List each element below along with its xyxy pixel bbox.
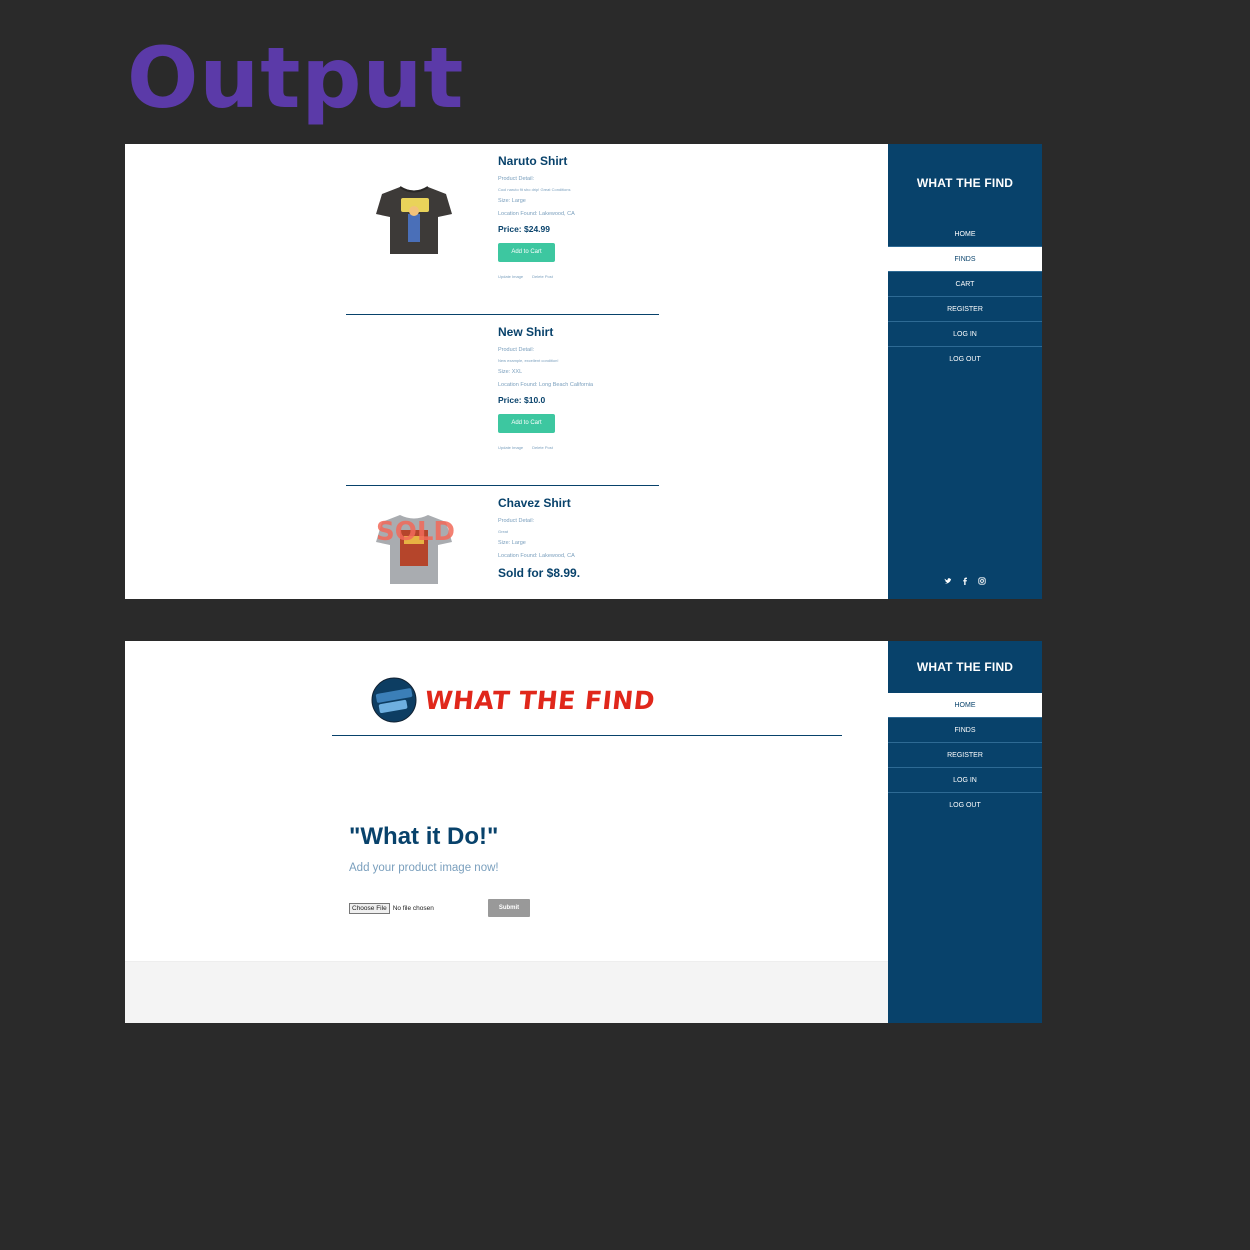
product-description: Cool naruto fit sho drip! Great Conditio…: [498, 187, 571, 192]
naruto-shirt-image: [374, 184, 454, 260]
nav-home[interactable]: HOME: [888, 693, 1042, 718]
choose-file-button[interactable]: Choose File: [349, 903, 390, 914]
product-detail-label: Product Detail:: [498, 176, 535, 182]
logo-badge-icon: [371, 677, 417, 723]
nav-home[interactable]: HOME: [888, 222, 1042, 247]
nav-finds[interactable]: FINDS: [888, 247, 1042, 272]
sidebar-brand[interactable]: WHAT THE FIND: [888, 641, 1042, 693]
product-card: Naruto Shirt Product Detail: Cool naruto…: [346, 144, 659, 315]
no-file-text: No file chosen: [392, 905, 434, 912]
output-heading: Output: [127, 29, 465, 127]
product-detail-label: Product Detail:: [498, 347, 535, 353]
product-detail-label: Product Detail:: [498, 518, 535, 524]
product-size: Size: XXL: [498, 369, 523, 375]
nav-register[interactable]: REGISTER: [888, 297, 1042, 322]
delete-post-link[interactable]: Delete Post: [532, 274, 553, 279]
sold-price: Sold for $8.99.: [498, 566, 581, 580]
page-subtitle: Add your product image now!: [349, 862, 499, 874]
footer: [125, 961, 888, 1023]
nav-login[interactable]: LOG IN: [888, 768, 1042, 793]
nav-finds[interactable]: FINDS: [888, 718, 1042, 743]
file-input[interactable]: Choose File No file chosen: [349, 903, 434, 914]
product-size: Size: Large: [498, 540, 526, 546]
instagram-icon[interactable]: [978, 577, 986, 587]
nav-logout[interactable]: LOG OUT: [888, 793, 1042, 817]
product-location: Location Found: Lakewood, CA: [498, 553, 575, 559]
divider: [332, 735, 842, 736]
twitter-icon[interactable]: [944, 577, 952, 587]
product-price: Price: $24.99: [498, 224, 550, 234]
product-card: SOLD Chavez Shirt Product Detail: Great …: [346, 486, 659, 599]
chavez-shirt-image: SOLD: [374, 512, 455, 588]
product-location: Location Found: Lakewood, CA: [498, 211, 575, 217]
update-image-link[interactable]: Update Image: [498, 445, 523, 450]
nav-cart[interactable]: CART: [888, 272, 1042, 297]
nav-logout[interactable]: LOG OUT: [888, 347, 1042, 371]
product-location: Location Found: Long Beach California: [498, 382, 594, 388]
product-card: New Shirt Product Detail: New example, e…: [346, 315, 659, 486]
product-price: Price: $10.0: [498, 395, 546, 405]
product-description: Great: [498, 529, 509, 534]
delete-post-link[interactable]: Delete Post: [532, 445, 553, 450]
product-description: New example, excellent condition!: [498, 358, 559, 363]
product-name: Chavez Shirt: [498, 496, 571, 510]
add-to-cart-button[interactable]: Add to Cart: [498, 243, 555, 262]
svg-text:SOLD: SOLD: [376, 517, 454, 547]
sidebar: WHAT THE FIND HOME FINDS CART REGISTER L…: [888, 144, 1042, 599]
nav-login[interactable]: LOG IN: [888, 322, 1042, 347]
sidebar-brand[interactable]: WHAT THE FIND: [888, 144, 1042, 222]
product-size: Size: Large: [498, 198, 526, 204]
facebook-icon[interactable]: [961, 577, 969, 587]
sidebar: WHAT THE FIND HOME FINDS REGISTER LOG IN…: [888, 641, 1042, 1023]
nav-register[interactable]: REGISTER: [888, 743, 1042, 768]
submit-button[interactable]: Submit: [488, 899, 530, 917]
site-logo: WHAT THE FIND: [371, 677, 657, 723]
page-title: "What it Do!": [349, 823, 499, 850]
add-to-cart-button[interactable]: Add to Cart: [498, 414, 555, 433]
home-page-screenshot: WHAT THE FIND "What it Do!" Add your pro…: [125, 641, 1042, 1023]
finds-page-screenshot: Naruto Shirt Product Detail: Cool naruto…: [125, 144, 1042, 599]
product-name: Naruto Shirt: [498, 154, 568, 168]
logo-text: WHAT THE FIND: [423, 685, 657, 715]
product-name: New Shirt: [498, 325, 554, 339]
update-image-link[interactable]: Update Image: [498, 274, 523, 279]
